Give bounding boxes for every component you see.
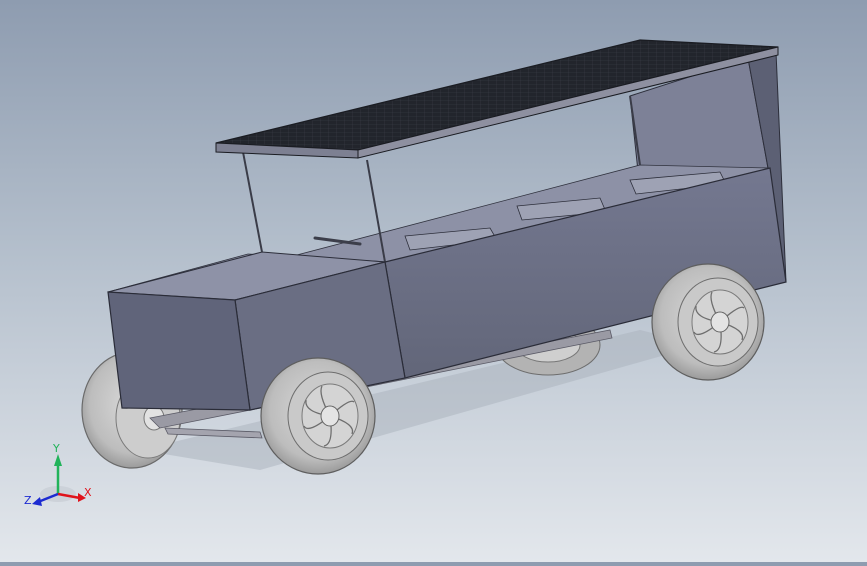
front-near-wheel (260, 357, 376, 475)
axis-z-label: Z (24, 494, 32, 507)
axis-triad: Y X Z (20, 440, 100, 512)
rear-near-wheel (651, 263, 765, 381)
axis-triad-icon (32, 454, 86, 506)
axis-x-label: X (84, 486, 92, 499)
3d-viewport[interactable] (0, 0, 867, 562)
solar-car-model (81, 39, 787, 475)
body-front-face (107, 291, 251, 411)
axis-y-label: Y (53, 442, 60, 455)
